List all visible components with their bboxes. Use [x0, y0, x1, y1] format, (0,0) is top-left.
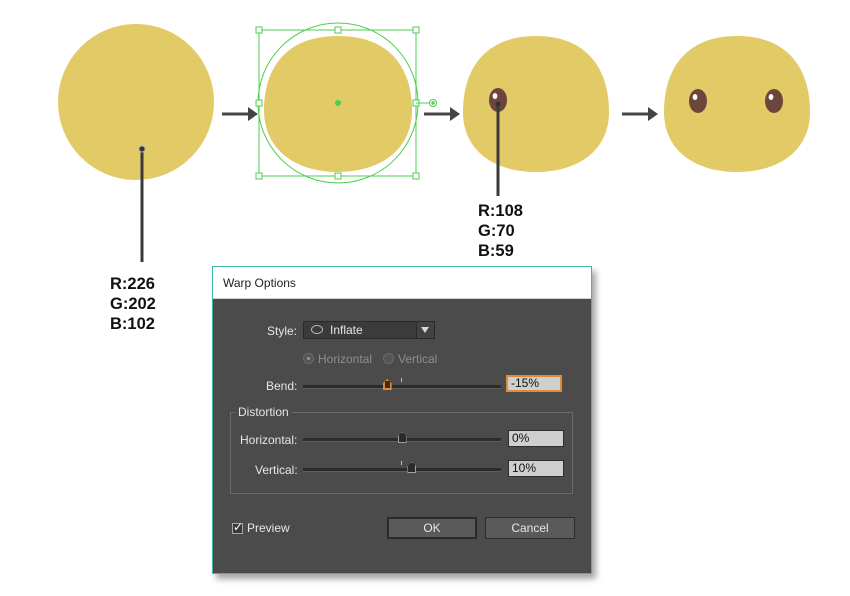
bend-slider-center-tick [401, 378, 402, 382]
body-color-annotation: R:226 G:202 B:102 [110, 274, 156, 334]
chevron-down-icon[interactable] [416, 322, 434, 338]
ellipse-icon [311, 325, 323, 334]
bend-slider-thumb[interactable] [382, 379, 392, 390]
vertical-radio-label: Vertical [398, 352, 438, 366]
eye-color-annotation: R:108 G:70 B:59 [478, 201, 523, 261]
distortion-vertical-label: Vertical: [255, 463, 298, 477]
warp-options-dialog: Warp Options Style: Inflate Horizontal V… [212, 266, 592, 574]
step3-body-shape [463, 36, 609, 172]
preview-label: Preview [247, 521, 290, 535]
eye-color-b: B:59 [478, 242, 514, 260]
arrow-right-icon [622, 107, 658, 121]
vertical-value-field[interactable]: 10% [508, 460, 564, 477]
cancel-button[interactable]: Cancel [485, 517, 575, 539]
step4-body-shape [664, 36, 810, 172]
vertical-slider-center-tick [401, 461, 402, 465]
body-color-b: B:102 [110, 315, 155, 333]
style-dropdown-value: Inflate [330, 323, 363, 337]
step4-right-eye [765, 89, 783, 113]
eye-color-r: R:108 [478, 202, 523, 220]
horizontal-radio-label: Horizontal [318, 352, 373, 366]
bend-label: Bend: [266, 379, 298, 393]
vertical-radio[interactable] [383, 353, 394, 364]
step4-left-eye [689, 89, 707, 113]
distortion-horizontal-label: Horizontal: [240, 433, 298, 447]
preview-checkbox[interactable] [232, 520, 243, 534]
vertical-slider-track[interactable] [303, 468, 501, 472]
arrow-right-icon [424, 107, 460, 121]
eye-color-g: G:70 [478, 222, 515, 240]
horizontal-value-field[interactable]: 0% [508, 430, 564, 447]
ok-button[interactable]: OK [387, 517, 477, 539]
distortion-title: Distortion [235, 405, 292, 419]
horizontal-radio[interactable] [303, 353, 314, 364]
step1-circle-shape [58, 24, 214, 180]
dialog-title: Warp Options [223, 276, 296, 290]
distortion-group [230, 412, 573, 494]
center-point [335, 100, 341, 106]
arrow-right-icon [222, 107, 258, 121]
style-dropdown[interactable]: Inflate [303, 321, 435, 339]
body-color-r: R:226 [110, 275, 155, 293]
style-label: Style: [267, 324, 298, 338]
dialog-titlebar[interactable]: Warp Options [213, 267, 591, 299]
bend-value-field[interactable]: -15% [506, 375, 562, 392]
body-color-g: G:202 [110, 295, 156, 313]
bend-slider-track[interactable] [303, 385, 501, 389]
